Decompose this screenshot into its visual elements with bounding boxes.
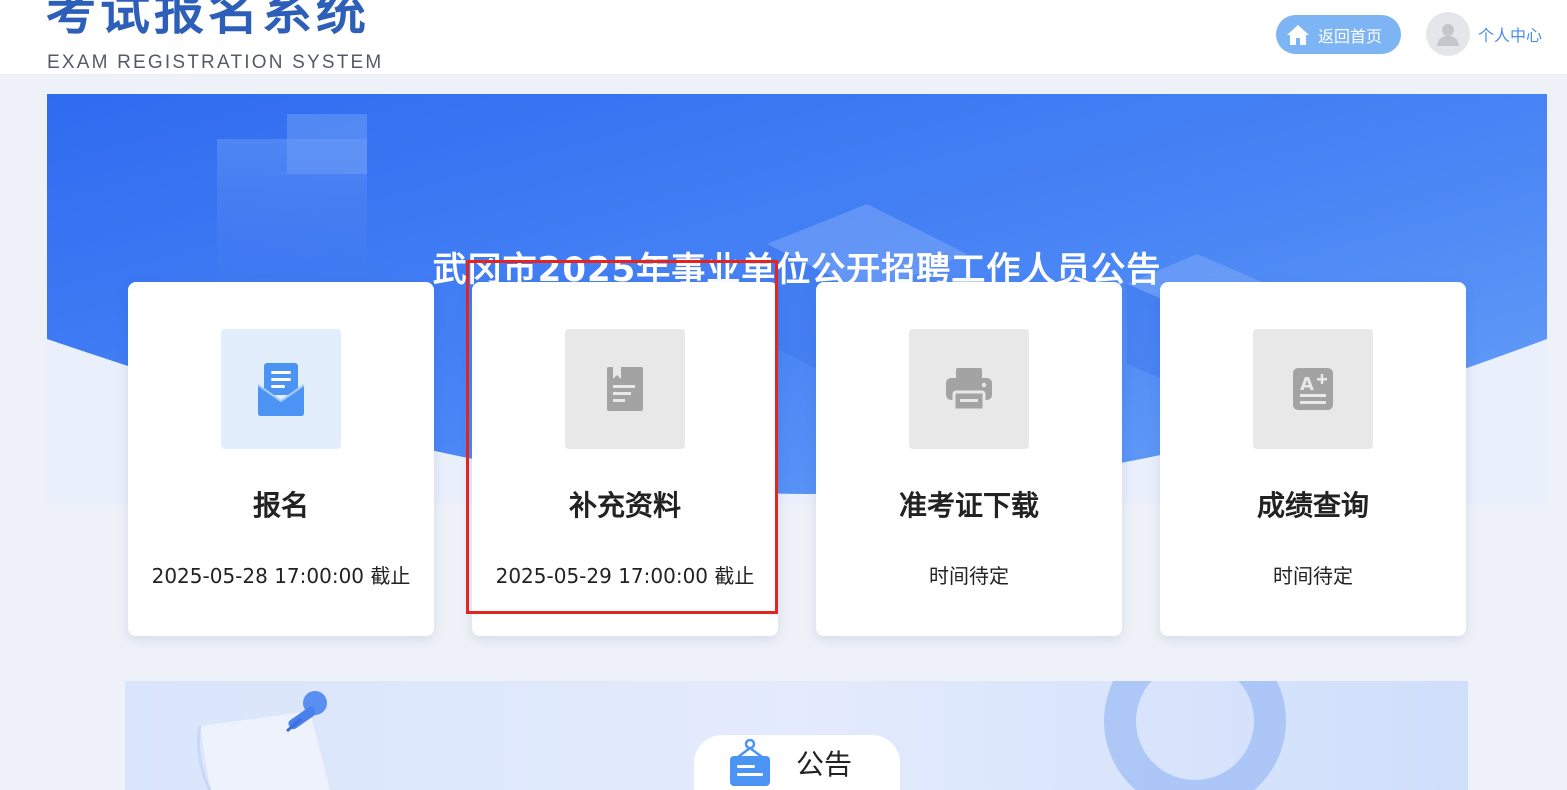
home-button-label: 返回首页 [1318,26,1383,46]
score-query-card[interactable]: A 成绩查询 时间待定 [1160,282,1466,636]
admission-ticket-card[interactable]: 准考证下载 时间待定 [816,282,1122,636]
grade-icon: A [1293,368,1333,410]
admission-ticket-card-title: 准考证下载 [898,489,1039,522]
notice-tab-label: 公告 [796,747,853,781]
registration-card-deadline: 2025-05-28 17:00:00 截止 [151,564,411,588]
svg-text:A: A [1300,374,1314,395]
user-center-link[interactable]: 个人中心 [1426,12,1542,56]
notice-tab[interactable]: 公告 [694,735,900,790]
score-query-card-time: 时间待定 [1273,564,1353,588]
user-center-label: 个人中心 [1478,26,1543,45]
user-avatar-icon [1426,12,1470,56]
supplement-card-title: 补充资料 [568,489,681,522]
top-header: 考试报名系统 EXAM REGISTRATION SYSTEM 返回首页 个人中… [0,0,1567,74]
document-icon [607,367,643,411]
printer-icon [946,368,992,412]
supplement-card-deadline: 2025-05-29 17:00:00 截止 [495,564,755,588]
notice-board-icon [730,738,770,786]
logo-title: 考试报名系统 [46,0,370,41]
admission-ticket-icon-box [909,329,1029,449]
registration-card[interactable]: 报名 2025-05-28 17:00:00 截止 [128,282,434,636]
supplement-card[interactable]: 补充资料 2025-05-29 17:00:00 截止 [472,282,778,636]
logo-subtitle: EXAM REGISTRATION SYSTEM [47,52,384,73]
score-query-card-title: 成绩查询 [1256,489,1369,522]
supplement-icon-box [565,329,685,449]
registration-icon-box [221,329,341,449]
envelope-icon [257,363,305,416]
registration-card-title: 报名 [252,489,309,522]
admission-ticket-card-time: 时间待定 [929,564,1009,588]
score-query-icon-box: A [1253,329,1373,449]
home-icon [1287,24,1309,45]
home-button[interactable]: 返回首页 [1276,15,1401,54]
